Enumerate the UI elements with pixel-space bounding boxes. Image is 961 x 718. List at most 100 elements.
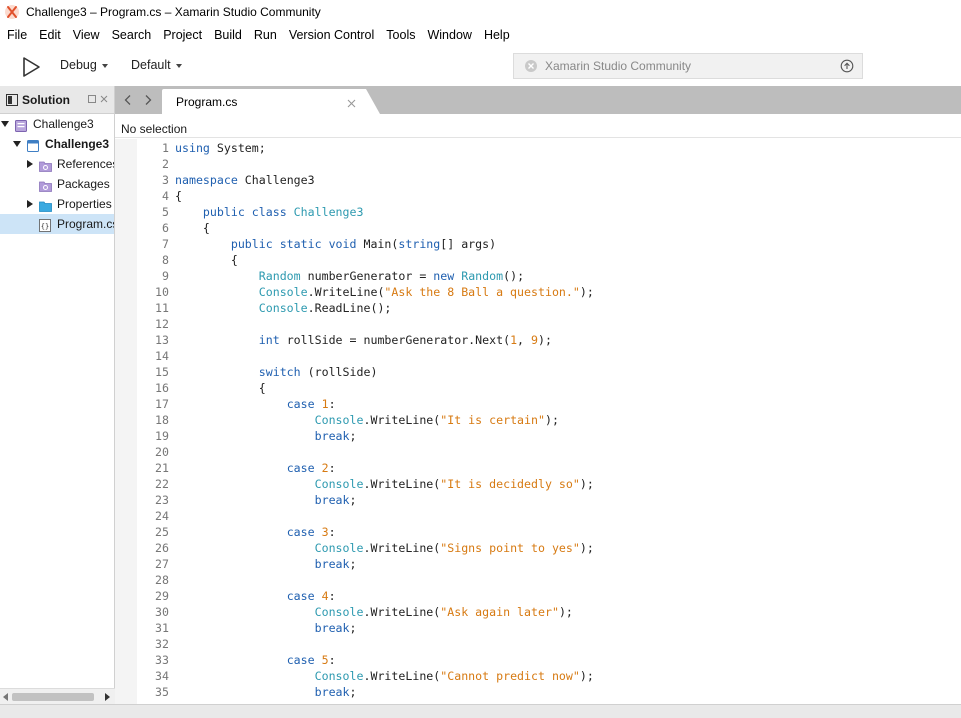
menu-window[interactable]: Window [421, 24, 477, 46]
tree-item-label: Packages [57, 177, 110, 191]
code-text: Console.WriteLine("Ask again later"); [314, 605, 573, 619]
code-line[interactable]: 25 case 3: [137, 524, 961, 540]
code-line[interactable]: 17 case 1: [137, 396, 961, 412]
tree-item-properties[interactable]: Properties [0, 194, 114, 214]
line-number: 3 [162, 173, 169, 187]
code-line[interactable]: 18 Console.WriteLine("It is certain"); [137, 412, 961, 428]
tree-item-label: Challenge3 [33, 117, 94, 131]
close-icon[interactable] [347, 97, 356, 108]
code-line[interactable]: 12 [137, 316, 961, 332]
menu-search[interactable]: Search [106, 24, 158, 46]
code-line[interactable]: 33 case 5: [137, 652, 961, 668]
code-line[interactable]: 9 Random numberGenerator = new Random(); [137, 268, 961, 284]
code-line[interactable]: 13 int rollSide = numberGenerator.Next(1… [137, 332, 961, 348]
platform-dropdown[interactable]: Default [131, 58, 182, 72]
code-line[interactable]: 26 Console.WriteLine("Signs point to yes… [137, 540, 961, 556]
expand-arrow-icon[interactable] [1, 121, 9, 127]
tree-item-program-cs[interactable]: {} Program.cs [0, 214, 114, 234]
line-number: 35 [155, 685, 169, 699]
code-text: int rollSide = numberGenerator.Next(1, 9… [258, 333, 552, 347]
expand-arrow-icon[interactable] [27, 200, 33, 208]
code-line[interactable]: 21 case 2: [137, 460, 961, 476]
menu-run[interactable]: Run [248, 24, 283, 46]
code-line[interactable]: 8 { [137, 252, 961, 268]
scroll-left-icon[interactable] [3, 693, 8, 701]
menu-tools[interactable]: Tools [380, 24, 421, 46]
code-line[interactable]: 10 Console.WriteLine("Ask the 8 Ball a q… [137, 284, 961, 300]
code-line[interactable]: 2 [137, 156, 961, 172]
code-line[interactable]: 11 Console.ReadLine(); [137, 300, 961, 316]
breadcrumb-text: No selection [121, 122, 188, 136]
packages-folder-icon [39, 178, 52, 192]
status-area[interactable]: Xamarin Studio Community [513, 53, 863, 79]
status-upload-icon[interactable] [840, 59, 854, 73]
solution-pad-header: Solution [0, 86, 114, 114]
line-number: 21 [155, 461, 169, 475]
tab-program-cs[interactable]: Program.cs [162, 89, 366, 114]
breadcrumb[interactable]: No selection [115, 114, 961, 138]
line-number: 30 [155, 605, 169, 619]
code-text: { [175, 253, 238, 267]
dock-icon[interactable] [88, 95, 96, 103]
code-text: Console.ReadLine(); [258, 301, 392, 315]
line-number: 33 [155, 653, 169, 667]
code-text: break; [314, 557, 357, 571]
line-number: 20 [155, 445, 169, 459]
code-line[interactable]: 1 using System; [137, 140, 961, 156]
tree-item-references[interactable]: References [0, 154, 114, 174]
run-button[interactable] [20, 56, 42, 78]
menu-build[interactable]: Build [208, 24, 248, 46]
menu-help[interactable]: Help [478, 24, 516, 46]
expand-arrow-icon[interactable] [13, 141, 21, 147]
menu-view[interactable]: View [67, 24, 106, 46]
code-line[interactable]: 32 [137, 636, 961, 652]
code-line[interactable]: 28 [137, 572, 961, 588]
code-text: public class Challenge3 [202, 205, 364, 219]
line-number: 32 [155, 637, 169, 651]
code-line[interactable]: 29 case 4: [137, 588, 961, 604]
solution-pad-icon [6, 93, 18, 106]
menu-project[interactable]: Project [157, 24, 208, 46]
tree-item-packages[interactable]: Packages [0, 174, 114, 194]
code-text: Random numberGenerator = new Random(); [258, 269, 525, 283]
line-number: 4 [162, 189, 169, 203]
code-line[interactable]: 14 [137, 348, 961, 364]
menu-edit[interactable]: Edit [33, 24, 67, 46]
code-line[interactable]: 23 break; [137, 492, 961, 508]
code-line[interactable]: 3 namespace Challenge3 [137, 172, 961, 188]
nav-back-icon[interactable] [121, 93, 135, 107]
code-line[interactable]: 31 break; [137, 620, 961, 636]
expand-arrow-icon[interactable] [27, 160, 33, 168]
line-number: 27 [155, 557, 169, 571]
solution-pad-scrollbar[interactable] [0, 688, 115, 704]
code-editor[interactable]: 1 using System; 2 3 namespace Challenge3 4{5 … [115, 139, 961, 704]
code-line[interactable]: 22 Console.WriteLine("It is decidedly so… [137, 476, 961, 492]
scroll-right-icon[interactable] [105, 693, 110, 701]
menu-version-control[interactable]: Version Control [283, 24, 380, 46]
tree-item-solution[interactable]: Challenge3 [0, 114, 114, 134]
code-line[interactable]: 7 public static void Main(string[] args) [137, 236, 961, 252]
close-icon[interactable] [100, 95, 108, 103]
configuration-dropdown[interactable]: Debug [60, 58, 108, 72]
scrollbar-thumb[interactable] [12, 693, 94, 701]
code-line[interactable]: 30 Console.WriteLine("Ask again later"); [137, 604, 961, 620]
code-line[interactable]: 34 Console.WriteLine("Cannot predict now… [137, 668, 961, 684]
code-line[interactable]: 27 break; [137, 556, 961, 572]
nav-forward-icon[interactable] [141, 93, 155, 107]
code-line[interactable]: 4{ [137, 188, 961, 204]
code-line[interactable]: 16 { [137, 380, 961, 396]
tree-item-project[interactable]: Challenge3 [0, 134, 114, 154]
code-line[interactable]: 24 [137, 508, 961, 524]
code-text: { [175, 381, 266, 395]
code-line[interactable]: 15 switch (rollSide) [137, 364, 961, 380]
code-line[interactable]: 6 { [137, 220, 961, 236]
code-line[interactable]: 19 break; [137, 428, 961, 444]
code-line[interactable]: 35 break; [137, 684, 961, 700]
code-line[interactable]: 20 [137, 444, 961, 460]
chevron-down-icon [101, 63, 108, 68]
status-bar [0, 704, 961, 718]
menu-file[interactable]: File [1, 24, 33, 46]
code-line[interactable]: 5 public class Challenge3 [137, 204, 961, 220]
line-number: 29 [155, 589, 169, 603]
line-number: 11 [155, 301, 169, 315]
